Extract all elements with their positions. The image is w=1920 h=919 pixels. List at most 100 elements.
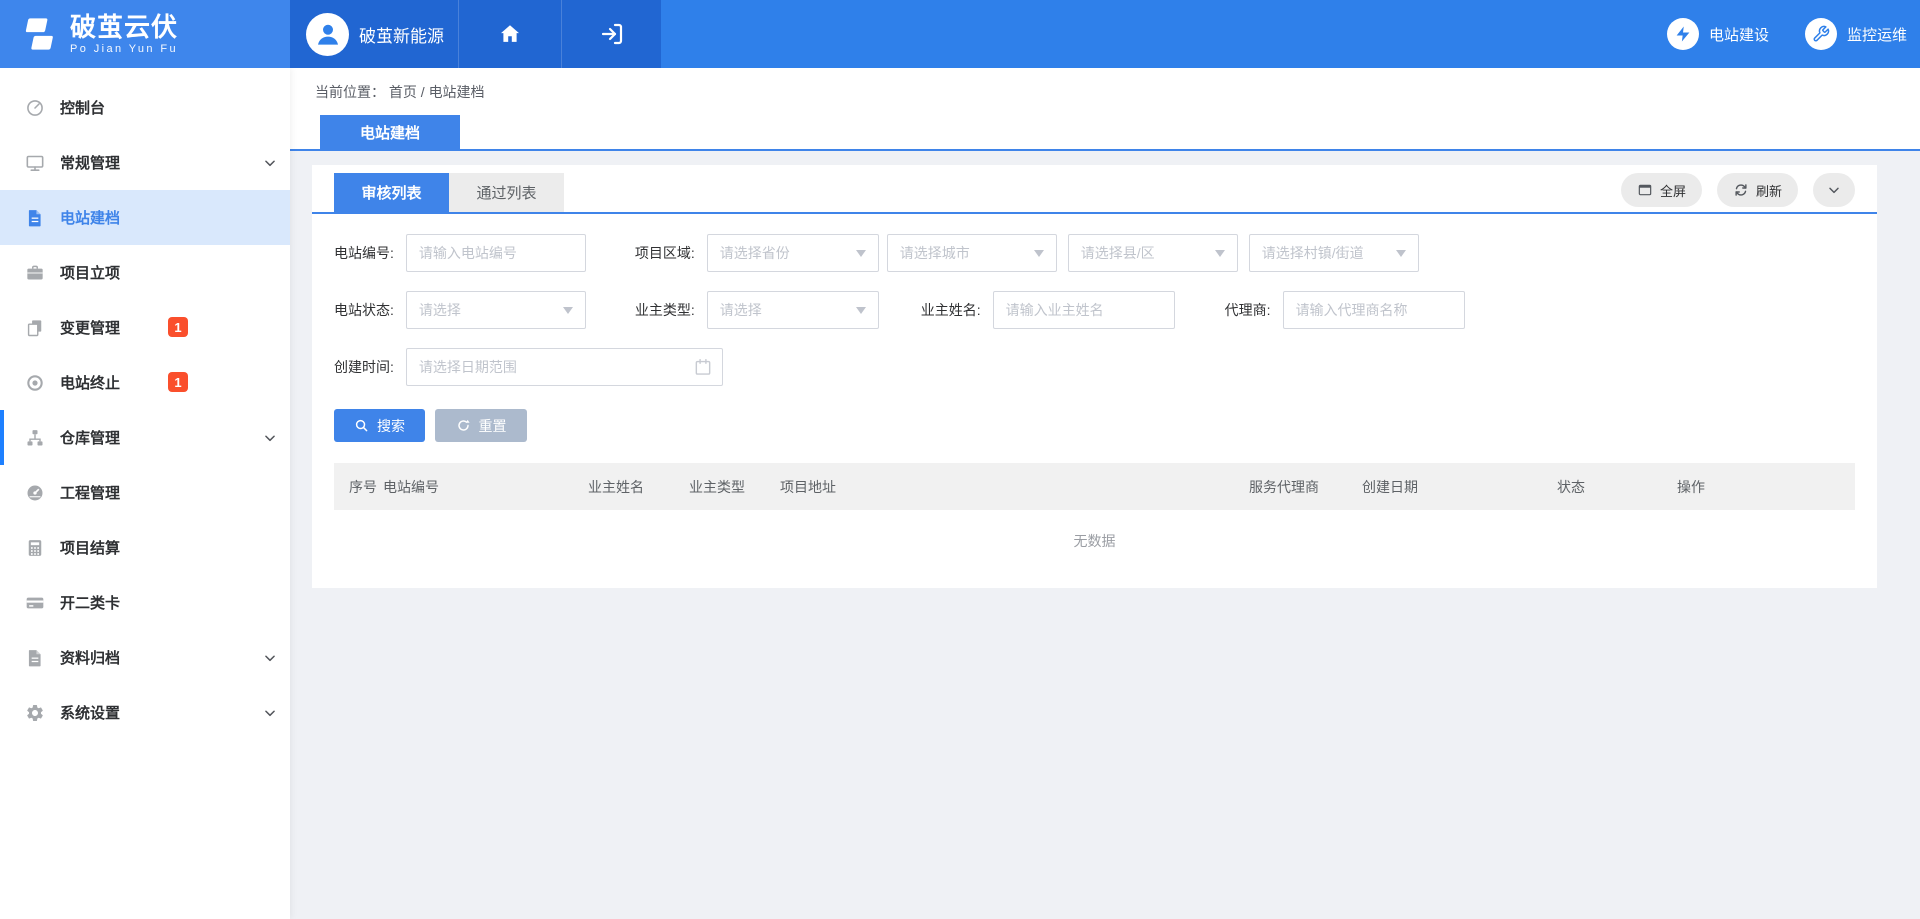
county-select[interactable]: 请选择县/区 — [1068, 234, 1238, 272]
field-label: 项目区域: — [635, 243, 695, 263]
field-owner-type: 业主类型: 请选择 — [635, 291, 879, 329]
nav-monitor-ops[interactable]: 监控运维 — [1805, 18, 1907, 50]
list-tabs-row: 审核列表 通过列表 全屏 — [312, 165, 1877, 214]
station-no-input[interactable] — [406, 234, 586, 272]
col-index: 序号 — [349, 477, 383, 497]
sidebar-item-warehouse-mgmt[interactable]: 仓库管理 — [0, 410, 290, 465]
col-station-no: 电站编号 — [383, 477, 588, 497]
breadcrumb-home-link[interactable]: 首页 — [389, 84, 417, 100]
credit-card-icon — [25, 593, 45, 613]
chevron-down-icon — [856, 307, 866, 314]
dashboard-icon — [25, 483, 45, 503]
logout-button[interactable] — [561, 0, 661, 68]
owner-name-input[interactable] — [993, 291, 1175, 329]
nav-station-build-label: 电站建设 — [1709, 24, 1769, 45]
record-circle-icon — [25, 373, 45, 393]
col-owner-name: 业主姓名 — [588, 477, 689, 497]
sidebar-item-change-mgmt[interactable]: 变更管理 1 — [0, 300, 290, 355]
field-label: 代理商: — [1225, 300, 1271, 320]
sidebar-label: 工程管理 — [60, 482, 120, 503]
sidebar-label: 常规管理 — [60, 152, 120, 173]
chevron-down-icon — [263, 431, 277, 445]
nav-monitor-ops-label: 监控运维 — [1847, 24, 1907, 45]
sidebar-label: 项目结算 — [60, 537, 120, 558]
chevron-down-icon — [263, 706, 277, 720]
date-range-input[interactable] — [406, 348, 723, 386]
top-header: 破茧云伏 Po Jian Yun Fu 破茧新能源 — [0, 0, 1920, 68]
sidebar-label: 变更管理 — [60, 317, 120, 338]
header-nav: 电站建设 监控运维 — [1667, 0, 1920, 68]
user-name: 破茧新能源 — [359, 22, 444, 47]
search-icon — [354, 418, 369, 433]
refresh-icon — [1733, 182, 1749, 198]
chevron-down-icon — [563, 307, 573, 314]
chevron-down-icon — [856, 250, 866, 257]
calendar-icon — [693, 357, 713, 377]
sidebar-item-project-settlement[interactable]: 项目结算 — [0, 520, 290, 575]
agent-input[interactable] — [1283, 291, 1465, 329]
sidebar-item-system-settings[interactable]: 系统设置 — [0, 685, 290, 740]
sidebar-label: 开二类卡 — [60, 592, 120, 613]
archive-file-icon — [25, 648, 45, 668]
station-status-select[interactable]: 请选择 — [406, 291, 586, 329]
sidebar: 控制台 常规管理 电站建档 — [0, 68, 290, 919]
login-arrow-icon — [600, 22, 624, 46]
tab-review-list[interactable]: 审核列表 — [334, 173, 449, 212]
field-station-status: 电站状态: 请选择 — [334, 291, 586, 329]
nav-station-build[interactable]: 电站建设 — [1667, 18, 1769, 50]
sidebar-item-data-archive[interactable]: 资料归档 — [0, 630, 290, 685]
document-icon — [25, 208, 45, 228]
chevron-down-icon — [1826, 182, 1842, 198]
brand-subtitle: Po Jian Yun Fu — [70, 44, 178, 55]
app-root: 破茧云伏 Po Jian Yun Fu 破茧新能源 — [0, 0, 1920, 919]
sidebar-item-console[interactable]: 控制台 — [0, 80, 290, 135]
sidebar-item-station-termination[interactable]: 电站终止 1 — [0, 355, 290, 410]
sidebar-label: 系统设置 — [60, 702, 120, 723]
sidebar-item-general-mgmt[interactable]: 常规管理 — [0, 135, 290, 190]
col-create-date: 创建日期 — [1362, 477, 1557, 497]
field-label: 电站编号: — [334, 243, 394, 263]
chevron-down-icon — [1034, 250, 1044, 257]
main-content: 当前位置： 首页 / 电站建档 电站建档 审核列表 通过列表 — [290, 68, 1920, 919]
search-button[interactable]: 搜索 — [334, 409, 425, 442]
filter-row-1: 电站编号: 项目区域: 请选择省份 请选择城市 — [334, 234, 1855, 272]
monitor-icon — [25, 153, 45, 173]
content-panel: 审核列表 通过列表 全屏 — [312, 165, 1877, 588]
copy-icon — [25, 318, 45, 338]
calculator-icon — [25, 538, 45, 558]
sidebar-item-project-initiation[interactable]: 项目立项 — [0, 245, 290, 300]
province-select[interactable]: 请选择省份 — [707, 234, 879, 272]
sidebar-label: 控制台 — [60, 97, 105, 118]
breadcrumb-current: 电站建档 — [429, 84, 485, 100]
field-label: 业主类型: — [635, 300, 695, 320]
table-header: 序号 电站编号 业主姓名 业主类型 项目地址 服务代理商 创建日期 状态 操作 — [334, 463, 1855, 510]
col-owner-type: 业主类型 — [689, 477, 780, 497]
sidebar-label: 仓库管理 — [60, 427, 120, 448]
reset-button[interactable]: 重置 — [435, 409, 527, 442]
gear-icon — [25, 703, 45, 723]
refresh-button[interactable]: 刷新 — [1717, 173, 1798, 207]
home-button[interactable] — [458, 0, 561, 68]
breadcrumb: 当前位置： 首页 / 电站建档 — [315, 82, 485, 102]
collapse-toolbar-button[interactable] — [1813, 173, 1855, 207]
owner-type-select[interactable]: 请选择 — [707, 291, 879, 329]
city-select[interactable]: 请选择城市 — [887, 234, 1057, 272]
town-select[interactable]: 请选择村镇/街道 — [1249, 234, 1419, 272]
sidebar-label: 项目立项 — [60, 262, 120, 283]
page-tab-station-filing[interactable]: 电站建档 — [320, 115, 460, 149]
sidebar-item-station-filing[interactable]: 电站建档 — [0, 190, 290, 245]
tab-passed-list[interactable]: 通过列表 — [449, 173, 564, 212]
chevron-down-icon — [263, 156, 277, 170]
badge-count: 1 — [168, 372, 188, 392]
field-label: 业主姓名: — [921, 300, 981, 320]
sidebar-item-engineering-mgmt[interactable]: 工程管理 — [0, 465, 290, 520]
field-agent: 代理商: — [1225, 291, 1465, 329]
col-actions: 操作 — [1677, 477, 1855, 497]
home-icon — [498, 22, 522, 46]
sidebar-label: 电站终止 — [60, 372, 120, 393]
sidebar-item-open-card[interactable]: 开二类卡 — [0, 575, 290, 630]
fullscreen-button[interactable]: 全屏 — [1621, 173, 1702, 207]
briefcase-icon — [25, 263, 45, 283]
user-info[interactable]: 破茧新能源 — [290, 0, 458, 68]
brand-logo: 破茧云伏 Po Jian Yun Fu — [0, 0, 290, 68]
